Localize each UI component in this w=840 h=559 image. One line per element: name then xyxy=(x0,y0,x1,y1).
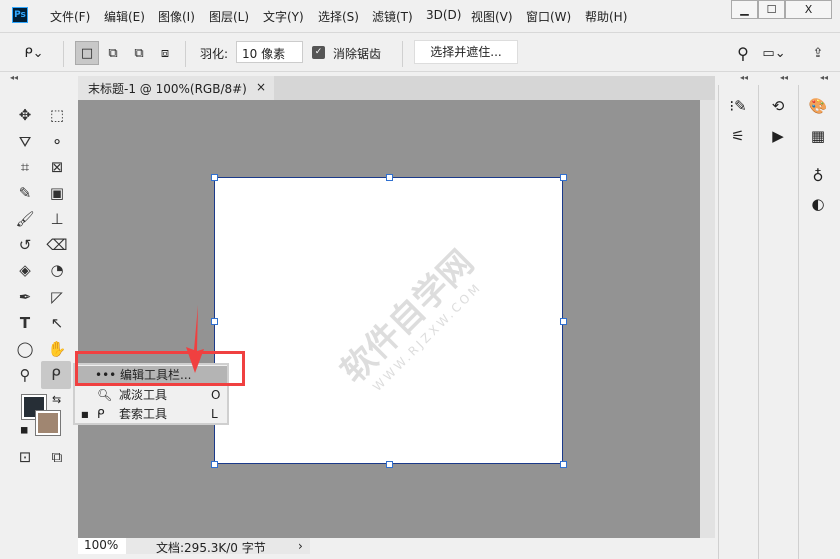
collapse-icon[interactable]: ◂◂ xyxy=(780,73,788,82)
lasso-tool-item[interactable]: ■ ᑭ 套索工具 L xyxy=(75,405,227,424)
antialias-checkbox[interactable]: ✓ xyxy=(312,46,325,59)
direct-select-icon[interactable]: ↖ xyxy=(44,311,70,335)
stamp-icon[interactable]: ⊥ xyxy=(44,207,70,231)
add-selection-icon[interactable]: ⧉ xyxy=(101,41,125,65)
eyedropper-icon[interactable]: ✎ xyxy=(12,181,38,205)
document-canvas[interactable]: 软件自学网 WWW.RJZXW.COM xyxy=(211,174,567,468)
subtract-selection-icon[interactable]: ⧉ xyxy=(127,41,151,65)
transform-handle[interactable] xyxy=(560,174,567,181)
swatches-grid-icon[interactable]: ▦ xyxy=(807,127,829,147)
brush-icon[interactable]: 🖌 xyxy=(12,207,38,231)
panel-strip-3: 🎨 ▦ ♁ ◐ xyxy=(798,85,835,559)
adjustments-icon[interactable]: ◐ xyxy=(807,195,829,215)
lasso-tool-icon[interactable]: ᑭ xyxy=(41,361,71,389)
transform-handle[interactable] xyxy=(560,318,567,325)
status-bar: 100% 文档:295.3K/0 字节 › xyxy=(78,538,310,555)
type-tool-icon[interactable]: T xyxy=(12,311,38,335)
polygon-lasso-icon[interactable]: ⛛ xyxy=(12,130,38,154)
menu-filter[interactable]: 滤镜(T) xyxy=(372,8,413,25)
learn-bulb-icon[interactable]: ♁ xyxy=(807,167,829,187)
marquee-tool-icon[interactable]: ⬚ xyxy=(44,103,70,127)
red-arrow-annotation xyxy=(186,305,204,373)
move-tool-icon[interactable]: ✥ xyxy=(12,103,38,127)
feather-label: 羽化: xyxy=(200,47,229,61)
minimize-button[interactable]: ▁ xyxy=(731,0,758,19)
menu-file[interactable]: 文件(F) xyxy=(50,8,90,25)
history-brush-icon[interactable]: ↺ xyxy=(12,233,38,257)
history-icon[interactable]: ⟲ xyxy=(767,97,789,117)
select-and-mask-button[interactable]: 选择并遮住... xyxy=(414,40,518,64)
menu-type[interactable]: 文字(Y) xyxy=(263,8,304,25)
collapse-icon[interactable]: ◂◂ xyxy=(820,73,828,82)
transform-handle[interactable] xyxy=(386,461,393,468)
brushes-icon[interactable]: ⚟ xyxy=(727,127,749,147)
new-selection-icon[interactable]: □ xyxy=(75,41,99,65)
paint-bucket-icon[interactable]: ◈ xyxy=(12,258,38,282)
collapse-icon[interactable]: ◂◂ xyxy=(740,73,748,82)
transform-handle[interactable] xyxy=(386,174,393,181)
eraser-icon[interactable]: ⌫ xyxy=(44,233,70,257)
menu-window[interactable]: 窗口(W) xyxy=(526,8,571,25)
menu-help[interactable]: 帮助(H) xyxy=(585,8,627,25)
collapse-icon[interactable]: ◂◂ xyxy=(10,73,18,82)
healing-brush-icon[interactable]: ▣ xyxy=(44,181,70,205)
screen-mode-icon[interactable]: ⧉ xyxy=(44,445,70,469)
transform-handle[interactable] xyxy=(211,174,218,181)
status-menu-arrow[interactable]: › xyxy=(298,539,303,553)
maximize-button[interactable]: ☐ xyxy=(758,0,785,19)
document-tab-title: 末标题-1 @ 100%(RGB/8#) xyxy=(88,82,247,96)
intersect-selection-icon[interactable]: ⧈ xyxy=(153,41,177,65)
share-icon[interactable]: ⇪ xyxy=(806,41,830,65)
pen-icon[interactable]: ✒ xyxy=(12,285,38,309)
background-color-swatch[interactable] xyxy=(35,410,61,436)
close-button[interactable]: X xyxy=(785,0,832,19)
color-palette-icon[interactable]: 🎨 xyxy=(807,97,829,117)
menu-3d[interactable]: 3D(D) xyxy=(426,8,461,22)
swap-colors-icon[interactable]: ⇆ xyxy=(52,393,61,406)
crop-tool-icon[interactable]: ⌗ xyxy=(12,155,38,179)
transform-handle[interactable] xyxy=(211,461,218,468)
feather-input[interactable]: 10 像素 xyxy=(236,41,303,63)
brush-settings-icon[interactable]: ⁝✎ xyxy=(727,97,749,117)
lasso-icon: ᑭ xyxy=(97,407,105,421)
transform-handle[interactable] xyxy=(560,461,567,468)
blur-icon[interactable]: ◔ xyxy=(44,258,70,282)
search-icon[interactable]: ⚲ xyxy=(731,41,755,65)
photoshop-logo: Ps xyxy=(12,7,28,23)
workspace-icon[interactable]: ▭⌄ xyxy=(762,41,786,65)
antialias-label: 消除锯齿 xyxy=(333,47,382,61)
panel-strip-2: ⟲ ▶ xyxy=(758,85,795,559)
path-select-icon[interactable]: ◸ xyxy=(44,285,70,309)
toolbar: ✥ ⬚ ⛛ ⚬ ⌗ ⊠ ✎ ▣ 🖌 ⊥ ↺ ⌫ ◈ ◔ ✒ ◸ T ↖ ◯ ✋ … xyxy=(8,85,76,555)
zoom-level[interactable]: 100% xyxy=(78,538,126,554)
menu-bar: Ps 文件(F) 编辑(E) 图像(I) 图层(L) 文字(Y) 选择(S) 滤… xyxy=(0,0,840,30)
panel-strip-1: ⁝✎ ⚟ xyxy=(718,85,755,559)
hand-tool-icon[interactable]: ✋ xyxy=(44,337,70,361)
ellipse-tool-icon[interactable]: ◯ xyxy=(12,337,38,361)
highlight-box xyxy=(75,351,245,386)
menu-view[interactable]: 视图(V) xyxy=(471,8,513,25)
frame-tool-icon[interactable]: ⊠ xyxy=(44,155,70,179)
document-info: 文档:295.3K/0 字节 xyxy=(156,541,266,555)
dodge-icon: 🔍︎ xyxy=(97,388,113,402)
transform-handle[interactable] xyxy=(211,318,218,325)
active-tool-marker: ■ xyxy=(81,410,89,419)
quick-mask-icon[interactable]: ⊡ xyxy=(12,445,38,469)
actions-play-icon[interactable]: ▶ xyxy=(767,127,789,147)
watermark: 软件自学网 WWW.RJZXW.COM xyxy=(333,242,485,395)
document-tab[interactable]: 末标题-1 @ 100%(RGB/8#) × xyxy=(78,76,274,100)
menu-edit[interactable]: 编辑(E) xyxy=(104,8,145,25)
tab-close-icon[interactable]: × xyxy=(256,80,266,94)
quick-select-icon[interactable]: ⚬ xyxy=(44,130,70,154)
lasso-preset-icon[interactable]: ᑭ⌄ xyxy=(22,41,46,65)
menu-layer[interactable]: 图层(L) xyxy=(209,8,249,25)
menu-select[interactable]: 选择(S) xyxy=(318,8,359,25)
vertical-scrollbar[interactable] xyxy=(700,100,715,538)
options-bar: ᑭ⌄ □ ⧉ ⧉ ⧈ 羽化: 10 像素 ✓ 消除锯齿 选择并遮住... ⚲ ▭… xyxy=(0,32,840,72)
default-colors-icon[interactable]: ◼ xyxy=(20,425,28,436)
menu-image[interactable]: 图像(I) xyxy=(158,8,195,25)
zoom-tool-icon[interactable]: ⚲ xyxy=(12,363,38,387)
dodge-tool-item[interactable]: 🔍︎ 减淡工具 O xyxy=(75,386,227,405)
